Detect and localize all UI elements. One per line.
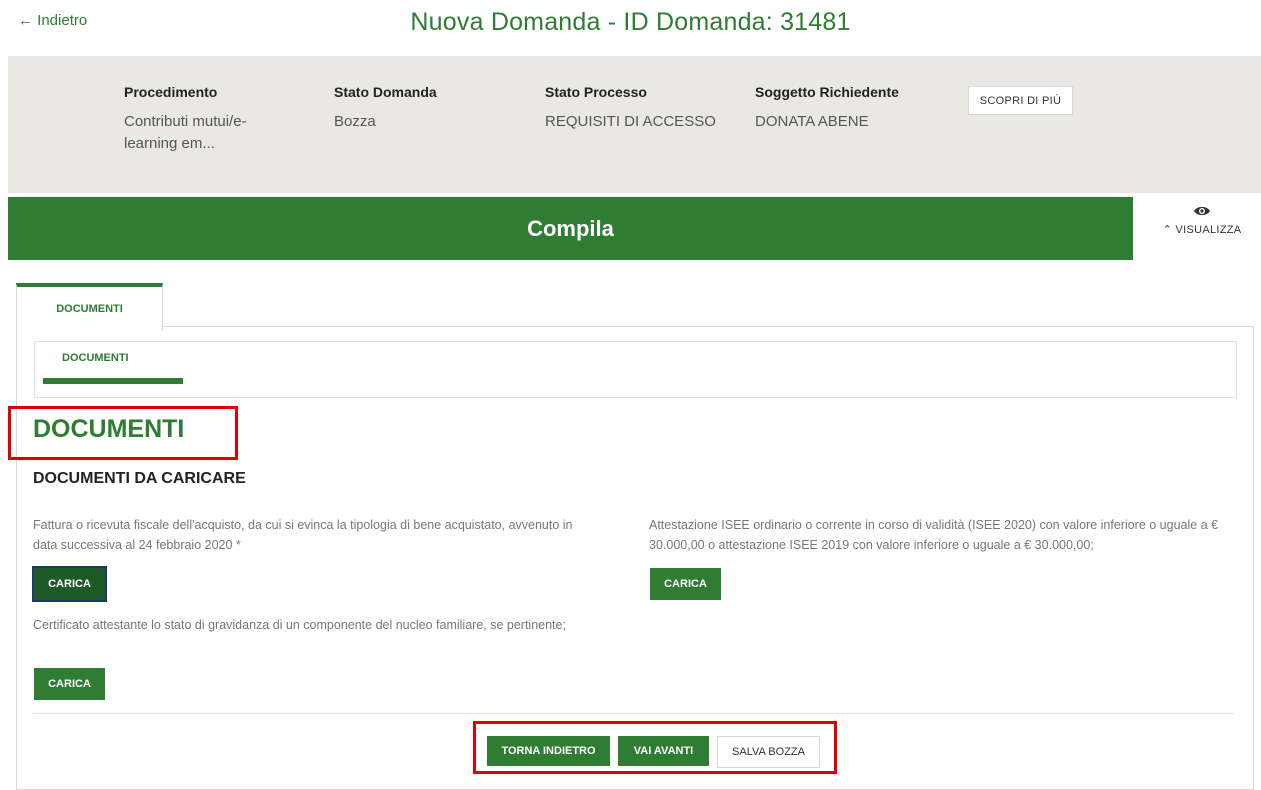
subtab-active-indicator bbox=[43, 378, 183, 384]
info-bar: Procedimento Contributi mutui/e-learning… bbox=[8, 56, 1261, 193]
info-value: REQUISITI DI ACCESSO bbox=[545, 113, 716, 130]
step-banner: Compila bbox=[8, 197, 1133, 260]
info-label: Soggetto Richiedente bbox=[755, 84, 899, 100]
info-procedimento: Procedimento Contributi mutui/e-learning… bbox=[124, 84, 314, 155]
document-description: Attestazione ISEE ordinario o corrente i… bbox=[649, 518, 1219, 552]
info-value: Bozza bbox=[334, 113, 376, 130]
upload-button[interactable]: CARICA bbox=[34, 668, 105, 700]
subtab-label: DOCUMENTI bbox=[62, 352, 129, 364]
visualizza-toggle[interactable]: ⌃ VISUALIZZA bbox=[1148, 205, 1256, 236]
info-soggetto: Soggetto Richiedente DONATA ABENE bbox=[755, 84, 945, 133]
eye-icon bbox=[1194, 206, 1210, 216]
discover-more-button[interactable]: SCOPRI DI PIÙ bbox=[968, 86, 1073, 115]
section-title: DOCUMENTI bbox=[33, 415, 185, 443]
divider bbox=[33, 713, 1234, 714]
section-subtitle: DOCUMENTI DA CARICARE bbox=[33, 470, 246, 487]
tab-documenti[interactable]: DOCUMENTI bbox=[16, 283, 163, 331]
info-label: Stato Domanda bbox=[334, 84, 437, 100]
form-panel: DOCUMENTI DOCUMENTI DOCUMENTI DA CARICAR… bbox=[16, 326, 1254, 790]
next-button[interactable]: VAI AVANTI bbox=[618, 736, 709, 766]
info-label: Procedimento bbox=[124, 84, 218, 100]
info-value: Contributi mutui/e-learning em... bbox=[124, 113, 247, 152]
info-label: Stato Processo bbox=[545, 84, 647, 100]
save-draft-button[interactable]: SALVA BOZZA bbox=[717, 736, 820, 768]
info-value: DONATA ABENE bbox=[755, 113, 869, 130]
subtab-documenti[interactable]: DOCUMENTI bbox=[43, 352, 183, 386]
document-description: Fattura o ricevuta fiscale dell'acquisto… bbox=[33, 518, 573, 552]
subtab-bar: DOCUMENTI bbox=[34, 341, 1237, 398]
info-stato-domanda: Stato Domanda Bozza bbox=[334, 84, 524, 133]
upload-button[interactable]: CARICA bbox=[650, 568, 721, 600]
back-button[interactable]: TORNA INDIETRO bbox=[487, 736, 610, 766]
visualizza-label: VISUALIZZA bbox=[1175, 224, 1242, 236]
page-title: Nuova Domanda - ID Domanda: 31481 bbox=[410, 8, 851, 36]
upload-button[interactable]: CARICA bbox=[34, 568, 105, 600]
document-description: Certificato attestante lo stato di gravi… bbox=[33, 618, 566, 632]
info-stato-processo: Stato Processo REQUISITI DI ACCESSO bbox=[545, 84, 735, 133]
chevron-up-icon: ⌃ bbox=[1162, 224, 1173, 236]
step-label: Compila bbox=[527, 215, 614, 241]
